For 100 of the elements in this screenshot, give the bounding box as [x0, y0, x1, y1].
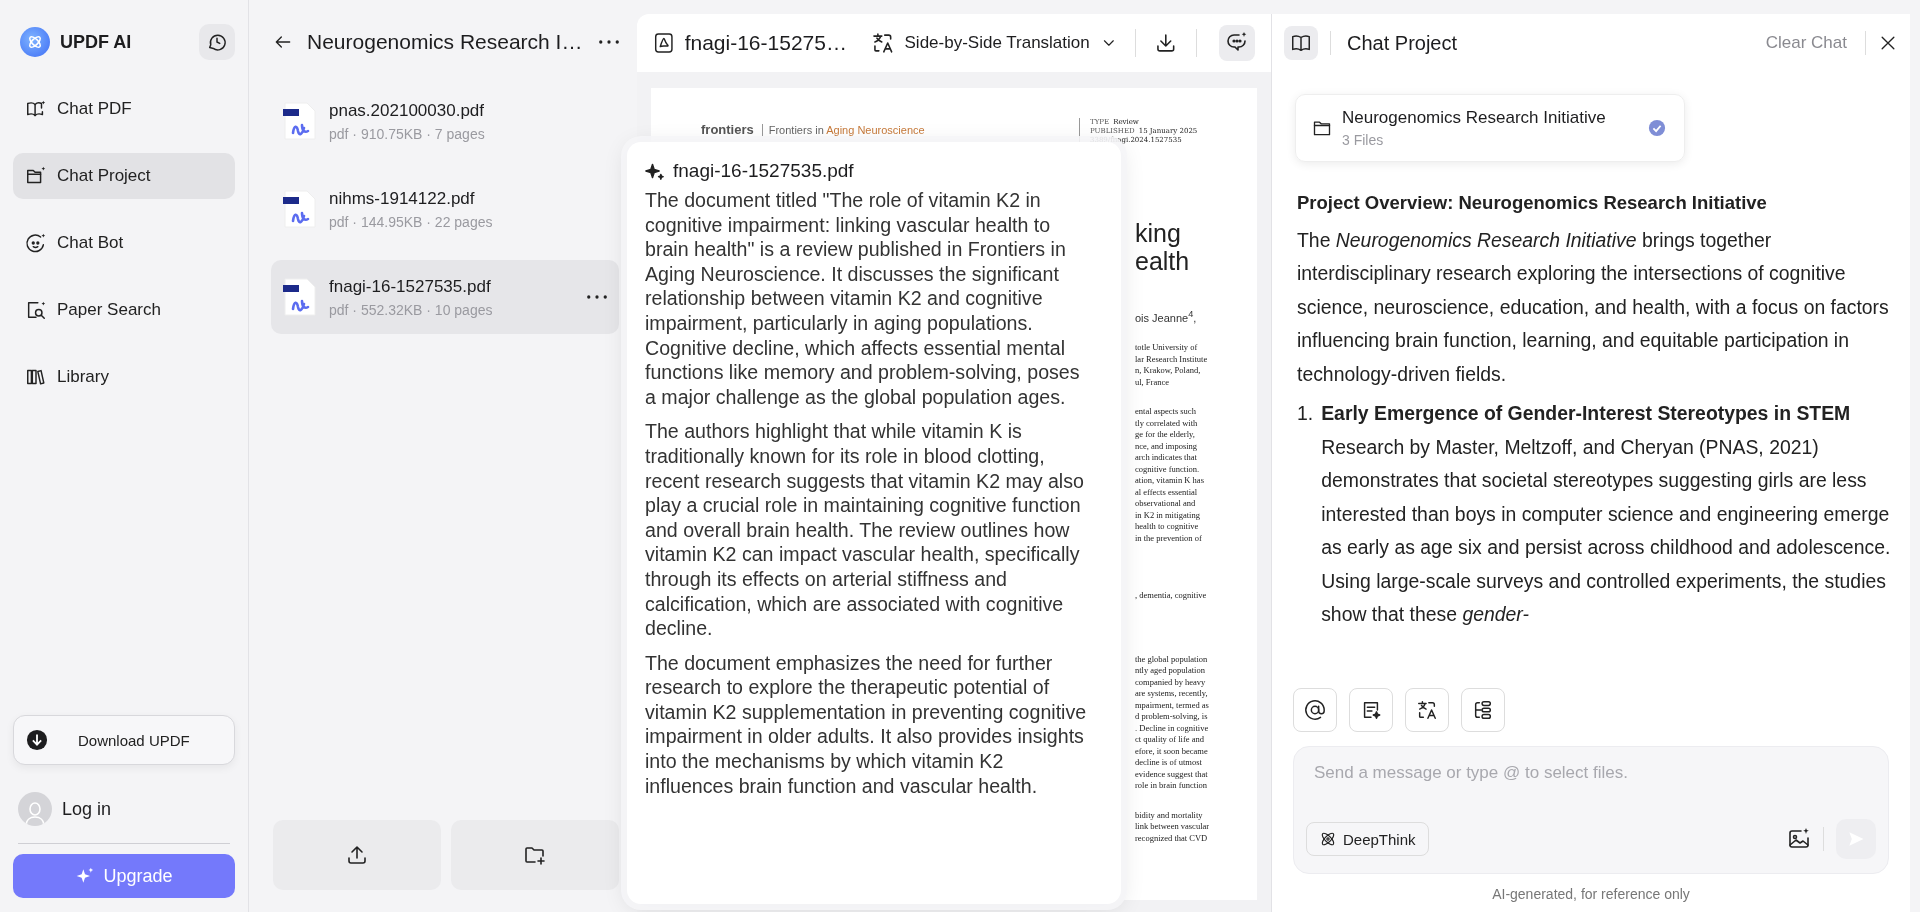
translation-mode-dropdown[interactable]: Side-by-Side Translation	[904, 33, 1090, 53]
summary-paragraph: The document emphasizes the need for further research to explore the therapeutic potential of vitamin K2 supplementation in preventing cognitive impairment in older adults. It also provides insights into the mechanisms by which vitamin K2 influences brain function and vascular health.	[645, 650, 1088, 799]
file-name: fnagi-16-1527535.pdf	[329, 276, 492, 297]
file-name: nihms-1914122.pdf	[329, 188, 476, 209]
article-text-line: , dementia, cognitive	[1135, 590, 1208, 602]
file-name: pnas.202100030.pdf	[329, 100, 486, 121]
sidebar-item[interactable]: Library	[13, 354, 235, 400]
article-text-line: in K2 in mitigating	[1135, 509, 1201, 522]
article-title-text: king	[1135, 219, 1182, 247]
brand-name: UPDF AI	[60, 31, 133, 53]
clear-chat-button[interactable]: Clear Chat	[1759, 32, 1853, 54]
article-text-line: ul, France	[1135, 376, 1170, 389]
article-text-line: are systems, recently,	[1135, 688, 1209, 700]
more-icon[interactable]	[599, 40, 619, 44]
file-meta: pdf · 910.75KB · 7 pages	[329, 125, 486, 142]
article-text-line: the global population	[1135, 653, 1209, 666]
disclaimer-text: AI-generated, for reference only	[1491, 885, 1691, 904]
article-text-line: efore, it soon became	[1135, 745, 1209, 758]
file-item[interactable]: fnagi-16-1527535.pdf pdf · 552.32KB · 10 pages	[271, 260, 619, 334]
mention-button[interactable]	[1293, 688, 1337, 732]
project-title: Neurogenomics Research I…	[307, 30, 584, 54]
article-text-line: ge for the elderly,	[1135, 429, 1196, 441]
sidebar-item[interactable]: Chat Project	[13, 153, 235, 199]
more-icon[interactable]	[587, 295, 607, 299]
article-text-line: evidence suggest that	[1135, 768, 1209, 781]
list-item-title: Early Emergence of Gender-Interest Stereotypes in STEM	[1321, 401, 1852, 426]
sparkle-icon	[645, 161, 665, 181]
book-button[interactable]	[1284, 26, 1318, 60]
file-count: 3 Files	[1342, 132, 1385, 148]
article-text-line: ation, vitamin K has	[1135, 475, 1205, 487]
list-number: 1.	[1297, 401, 1314, 426]
download-icon	[26, 729, 48, 751]
upgrade-button[interactable]: Upgrade	[13, 854, 235, 898]
overview-heading: Project Overview: Neurogenomics Research Initiative	[1297, 191, 1768, 215]
file-meta: pdf · 552.32KB · 10 pages	[329, 301, 494, 318]
article-text-line: lar Research Institute	[1135, 353, 1209, 366]
article-text-line: health to cognitive	[1135, 521, 1200, 533]
file-item[interactable]: nihms-1914122.pdf pdf · 144.95KB · 22 pages	[271, 172, 619, 246]
mind-map-icon	[1472, 699, 1494, 721]
article-text-line: ental aspects such	[1135, 406, 1197, 418]
journal-name: Frontiers in Aging Neuroscience	[761, 124, 1071, 136]
summarize-button[interactable]	[1349, 688, 1393, 732]
pdf-file-icon	[283, 101, 317, 141]
article-text-line: tly correlated with	[1135, 417, 1199, 430]
article-text-line: decline is of utmost	[1135, 757, 1203, 769]
download-button[interactable]: Download UPDF	[13, 715, 235, 765]
article-text-line: d problem-solving, is	[1135, 711, 1209, 723]
article-text-line: mpairment, termed as	[1135, 699, 1210, 712]
project-card[interactable]: Neurogenomics Research Initiative 3 Files	[1295, 94, 1685, 162]
message-input[interactable]: Send a message or type @ to select files. DeepThink	[1293, 746, 1889, 874]
article-text-line: bidity and mortality	[1135, 809, 1204, 822]
article-text-line: nce, and imposing	[1135, 440, 1199, 453]
atom-icon	[1319, 830, 1337, 848]
translate-button[interactable]	[1405, 688, 1449, 732]
document-title: fnagi-16-15275…	[684, 31, 847, 55]
popup-title: fnagi-16-1527535.pdf	[673, 160, 854, 182]
list-item-text: Research by Master, Meltzoff, and Cheryan (PNAS, 2021) demonstrates that societal stereotypes suggesting girls are less interested than boys in computer science and engineering emerge as early as age six and persist across childhood and adolescence. Using large-scale surveys and controlled experiments, the studies show that these gender-	[1321, 434, 1892, 627]
article-text-line: ntly aged population	[1135, 665, 1206, 677]
image-sparkle-icon	[1787, 827, 1811, 851]
mind-map-button[interactable]	[1461, 688, 1505, 732]
article-text-line: companied by heavy	[1135, 676, 1207, 689]
overview-paragraph: The Neurogenomics Research Initiative brings together interdisciplinary research exploring the intersections of cognitive science, neuroscience, education, and health, with a focus on factors influencing brain function, learning, and equitable participation in technology-driven fields.	[1297, 227, 1890, 387]
sidebar-item[interactable]: Chat Bot	[13, 220, 235, 266]
article-text-line: role in brain function	[1135, 780, 1208, 792]
pdf-file-icon	[283, 189, 317, 229]
history-button[interactable]	[199, 24, 235, 60]
login-link[interactable]: Log in	[62, 798, 112, 820]
open-book-icon	[1290, 32, 1312, 54]
article-text-line: al effects essential	[1135, 486, 1199, 499]
file-item[interactable]: pnas.202100030.pdf pdf · 910.75KB · 7 pages	[271, 84, 619, 158]
sidebar-item[interactable]: Paper Search	[13, 287, 235, 333]
panel-title: Chat Project	[1347, 31, 1459, 55]
summary-paragraph: The document titled "The role of vitamin K2 in cognitive impairment: linking vascular health to brain health" is a review published in Frontiers in Aging Neuroscience. It discusses the significant relationship between vitamin K2 and cognitive impairment, particularly in aging populations. Cognitive decline, which affects essential mental functions like memory and problem-solving, poses a major challenge as the global population ages.	[645, 188, 1081, 410]
pdf-file-icon	[283, 277, 317, 317]
project-name: Neurogenomics Research Initiative	[1342, 108, 1607, 128]
translate-icon	[1416, 699, 1438, 721]
article-text-line: arch indicates that	[1135, 452, 1198, 464]
translate-icon	[870, 31, 895, 55]
article-text-line: link between vascular	[1135, 821, 1211, 833]
upload-icon	[345, 843, 369, 867]
article-title-text: ealth	[1135, 247, 1191, 275]
article-text-line: cognitive function.	[1135, 463, 1201, 476]
at-sign-icon	[1304, 699, 1326, 721]
app-logo-icon	[20, 27, 50, 57]
avatar-icon	[18, 792, 52, 826]
deepthink-button[interactable]: DeepThink	[1306, 822, 1429, 856]
sidebar-item[interactable]: Chat PDF	[13, 86, 235, 132]
summary-paragraph: The authors highlight that while vitamin K is traditionally known for its role in blood clotting, recent research suggests that vitamin K2 may also play a crucial role in maintaining cognitive function and overall brain health. The review outlines how vitamin K2 can impact vascular health, specifically through its effects on arterial stiffness and calcification, which are associated with cognitive decline.	[645, 419, 1085, 641]
article-text-line: n, Krakow, Poland,	[1135, 365, 1202, 377]
article-text-line: observational and	[1135, 498, 1197, 510]
bot-face-icon	[25, 232, 47, 254]
publisher-logo: frontiers	[701, 122, 754, 137]
file-meta: pdf · 144.95KB · 22 pages	[329, 213, 494, 230]
article-text-line: recognized that CVD	[1135, 832, 1209, 845]
article-text-line: ct quality of life and	[1135, 734, 1205, 746]
article-text-line: . Decline in cognitive	[1135, 722, 1210, 735]
article-text-line: in the prevention of	[1135, 532, 1203, 545]
author-text: ois Jeanne$^{4}$,	[1135, 309, 1198, 325]
article-text-line: totle University of	[1135, 342, 1199, 354]
ai-chat-button[interactable]	[1219, 25, 1255, 61]
